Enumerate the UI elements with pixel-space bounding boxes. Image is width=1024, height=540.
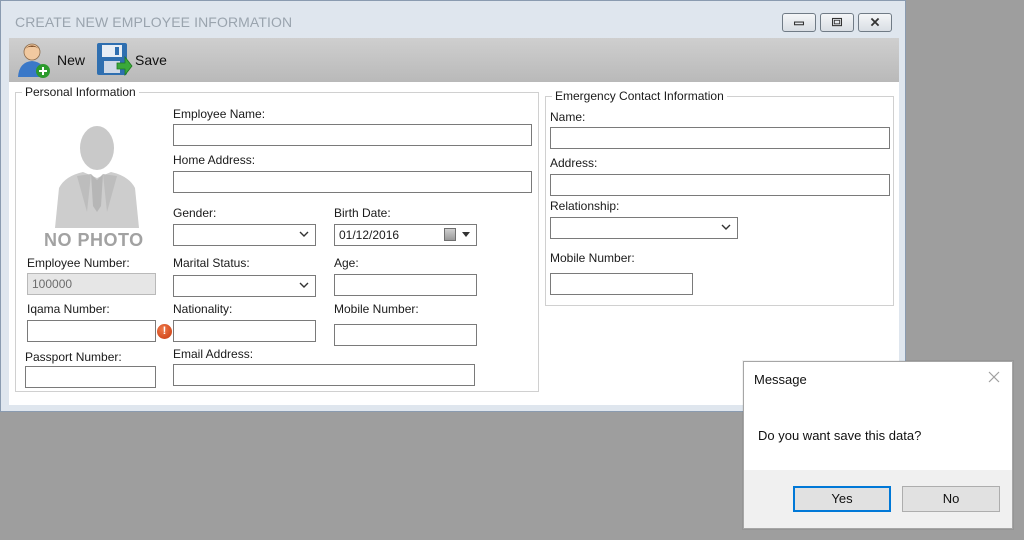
save-button-label: Save bbox=[135, 52, 167, 68]
relationship-select[interactable] bbox=[550, 217, 738, 239]
new-user-icon bbox=[18, 43, 50, 78]
employee-photo[interactable]: NO PHOTO bbox=[35, 116, 159, 256]
home-address-input[interactable] bbox=[173, 171, 532, 193]
emergency-address-label: Address: bbox=[550, 156, 598, 170]
employee-number-label: Employee Number: bbox=[27, 256, 130, 270]
dialog-title: Message bbox=[754, 372, 807, 387]
mobile-number-label: Mobile Number: bbox=[334, 302, 419, 316]
no-photo-text: NO PHOTO bbox=[44, 230, 144, 250]
chevron-down-icon bbox=[299, 282, 309, 288]
no-photo-silhouette-icon bbox=[55, 126, 139, 228]
email-address-label: Email Address: bbox=[173, 347, 254, 361]
nationality-label: Nationality: bbox=[173, 302, 233, 316]
birth-date-value: 01/12/2016 bbox=[339, 228, 400, 242]
dialog-footer: Yes No bbox=[744, 470, 1012, 528]
minimize-icon bbox=[793, 21, 805, 26]
save-button[interactable]: Save bbox=[95, 38, 171, 82]
birth-date-label: Birth Date: bbox=[334, 206, 391, 220]
maximize-button[interactable] bbox=[820, 13, 854, 32]
minimize-button[interactable] bbox=[782, 13, 816, 32]
mobile-number-input[interactable] bbox=[334, 324, 477, 346]
window-title: CREATE NEW EMPLOYEE INFORMATION bbox=[15, 14, 293, 30]
chevron-down-icon bbox=[299, 231, 309, 237]
error-icon[interactable]: ! bbox=[157, 324, 172, 339]
relationship-label: Relationship: bbox=[550, 199, 620, 213]
passport-number-input[interactable] bbox=[25, 366, 156, 388]
home-address-label: Home Address: bbox=[173, 153, 256, 167]
maximize-icon bbox=[831, 17, 843, 27]
iqama-number-input[interactable] bbox=[27, 320, 156, 342]
employee-name-input[interactable] bbox=[173, 124, 532, 146]
personal-info-legend: Personal Information bbox=[22, 85, 139, 99]
calendar-dropdown-icon[interactable] bbox=[462, 232, 470, 237]
save-icon bbox=[97, 43, 133, 77]
close-button[interactable] bbox=[858, 13, 892, 32]
personal-info-group: Personal Information NO PHOTO Employee N… bbox=[15, 85, 539, 392]
gender-label: Gender: bbox=[173, 206, 217, 220]
employee-name-label: Employee Name: bbox=[173, 107, 266, 121]
emergency-name-input[interactable] bbox=[550, 127, 890, 149]
marital-status-label: Marital Status: bbox=[173, 256, 250, 270]
emergency-address-input[interactable] bbox=[550, 174, 890, 196]
gender-select[interactable] bbox=[173, 224, 316, 246]
new-button[interactable]: New bbox=[15, 38, 91, 82]
employee-number-input[interactable]: 100000 bbox=[27, 273, 156, 295]
message-dialog: Message Do you want save this data? Yes … bbox=[743, 361, 1013, 529]
yes-button[interactable]: Yes bbox=[793, 486, 891, 512]
toolbar: New Save bbox=[9, 38, 899, 82]
age-input[interactable] bbox=[334, 274, 477, 296]
iqama-number-label: Iqama Number: bbox=[27, 302, 110, 316]
age-label: Age: bbox=[334, 256, 359, 270]
passport-number-label: Passport Number: bbox=[25, 350, 122, 364]
title-bar[interactable]: CREATE NEW EMPLOYEE INFORMATION bbox=[1, 1, 905, 37]
no-button[interactable]: No bbox=[902, 486, 1000, 512]
emergency-contact-legend: Emergency Contact Information bbox=[552, 89, 727, 103]
emergency-mobile-label: Mobile Number: bbox=[550, 251, 635, 265]
new-button-label: New bbox=[57, 52, 86, 68]
email-address-input[interactable] bbox=[173, 364, 475, 386]
calendar-icon[interactable] bbox=[444, 228, 456, 241]
close-icon bbox=[870, 17, 880, 27]
birth-date-picker[interactable]: 01/12/2016 bbox=[334, 224, 477, 246]
form-content: Personal Information NO PHOTO Employee N… bbox=[9, 82, 899, 405]
dialog-message: Do you want save this data? bbox=[758, 428, 922, 443]
close-icon[interactable] bbox=[986, 369, 1002, 385]
emergency-name-label: Name: bbox=[550, 110, 586, 124]
emergency-contact-group: Emergency Contact Information Name: Addr… bbox=[545, 89, 894, 306]
chevron-down-icon bbox=[721, 224, 731, 230]
marital-status-select[interactable] bbox=[173, 275, 316, 297]
employee-window: CREATE NEW EMPLOYEE INFORMATION New Save… bbox=[0, 0, 906, 412]
emergency-mobile-input[interactable] bbox=[550, 273, 693, 295]
nationality-input[interactable] bbox=[173, 320, 316, 342]
